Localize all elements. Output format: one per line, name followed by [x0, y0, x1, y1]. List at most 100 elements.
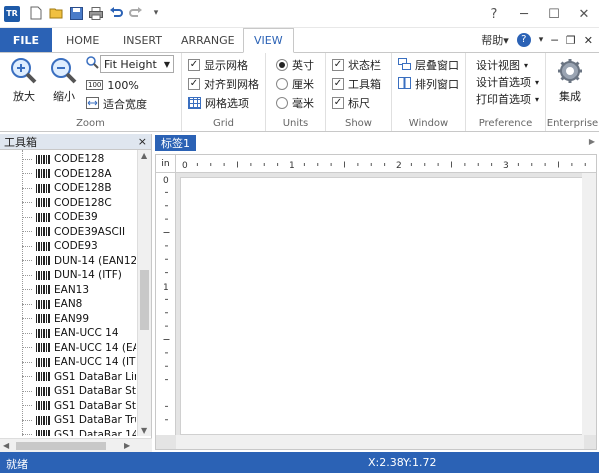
toolbox-item[interactable]: GS1 DataBar Tru	[22, 413, 136, 428]
toolbox-item[interactable]: CODE128C	[22, 196, 112, 211]
close-icon[interactable]: ×	[138, 135, 147, 148]
toolbox-item[interactable]: EAN8	[22, 297, 82, 312]
zoom-level-value: Fit Height	[104, 57, 157, 71]
group-preference: 设计视图 ▾ 设计首选项 ▾ 打印首选项 ▾ Preference	[466, 53, 546, 131]
toolbox-vertical-scrollbar[interactable]: ▲ ▼	[137, 150, 151, 436]
toolbox-item[interactable]: GS1 DataBar Sta	[22, 384, 136, 399]
fit-width-button[interactable]: 适合宽度	[86, 96, 147, 112]
tree-connector	[22, 289, 32, 291]
tile-windows-button[interactable]: 排列窗口	[398, 76, 459, 92]
tab-file[interactable]: FILE	[0, 28, 52, 52]
doc-scroll-right-icon[interactable]: ▶	[589, 137, 595, 146]
toolbox-item[interactable]: EAN99	[22, 312, 89, 327]
toolbox-item[interactable]: GS1 DataBar Sta	[22, 399, 136, 414]
document-horizontal-scrollbar[interactable]	[176, 435, 584, 449]
toolbox-item[interactable]: EAN13	[22, 283, 89, 298]
cascade-windows-button[interactable]: 层叠窗口	[398, 57, 459, 73]
tab-home[interactable]: HOME	[66, 28, 99, 52]
scroll-up-icon[interactable]: ▲	[141, 151, 147, 160]
barcode-icon	[36, 401, 50, 411]
zoom-in-button[interactable]: 放大	[10, 57, 38, 104]
chevron-down-icon: ▾	[535, 77, 540, 87]
tree-connector	[22, 376, 32, 378]
show-grid-checkbox[interactable]: ✓ 显示网格	[188, 57, 248, 73]
scroll-thumb[interactable]	[16, 442, 106, 450]
toolbox-item[interactable]: DUN-14 (ITF)	[22, 268, 122, 283]
toolbox-item-label: CODE128C	[54, 196, 112, 209]
close-icon[interactable]: ✕	[569, 0, 599, 28]
zoom-100-button[interactable]: 100 100%	[86, 77, 139, 93]
show-grid-label: 显示网格	[204, 59, 248, 72]
help-menu[interactable]: 帮助▾	[481, 32, 509, 48]
toolbox-item[interactable]: GS1 DataBar Lim	[22, 370, 136, 385]
maximize-icon[interactable]: ☐	[539, 0, 569, 28]
toolbox-item[interactable]: DUN-14 (EAN128	[22, 254, 136, 269]
tab-view[interactable]: VIEW	[243, 28, 294, 53]
redo-icon[interactable]	[128, 5, 144, 21]
grid-options-button[interactable]: 网格选项	[188, 95, 249, 111]
save-icon[interactable]	[68, 5, 84, 21]
toolbox-item[interactable]: CODE39ASCII	[22, 225, 125, 240]
checkbox-checked-icon: ✓	[188, 59, 200, 71]
toolbox-item[interactable]: CODE128B	[22, 181, 112, 196]
snap-grid-checkbox[interactable]: ✓ 对齐到网格	[188, 76, 259, 92]
document-vertical-scrollbar[interactable]	[582, 173, 596, 435]
zoom-out-button[interactable]: 缩小	[50, 57, 78, 104]
help-circle-icon[interactable]: ?	[516, 33, 531, 47]
document-tab[interactable]: 标签1	[155, 135, 196, 151]
unit-cm-radio[interactable]: 厘米	[276, 76, 314, 92]
customize-icon[interactable]: ▾	[148, 5, 164, 21]
integrate-button[interactable]: 集成	[556, 57, 584, 104]
design-preferences-menu[interactable]: 设计首选项 ▾	[476, 74, 539, 90]
tab-insert[interactable]: INSERT	[123, 28, 162, 52]
barcode-icon	[36, 270, 50, 280]
toolbox-item[interactable]: CODE128	[22, 152, 104, 167]
toolbox-item[interactable]: EAN-UCC 14 (ITF	[22, 355, 136, 370]
label-page[interactable]	[180, 177, 584, 435]
design-view-menu[interactable]: 设计视图 ▾	[476, 57, 528, 73]
cascade-label: 层叠窗口	[415, 59, 459, 72]
zoom-group-label: Zoom	[76, 118, 105, 129]
scroll-right-icon[interactable]: ▶	[124, 441, 130, 450]
scroll-left-icon[interactable]: ◀	[3, 441, 9, 450]
toolbox-item[interactable]: EAN-UCC 14 (EA	[22, 341, 136, 356]
design-pref-label: 设计首选项	[476, 76, 531, 89]
radio-empty-icon	[276, 97, 288, 109]
tab-arrange[interactable]: ARRANGE	[181, 28, 235, 52]
zoom-level-select[interactable]: Fit Height ▼	[100, 55, 174, 73]
toolbox-item[interactable]: CODE128A	[22, 167, 112, 182]
toolbox-horizontal-scrollbar[interactable]: ◀ ▶	[0, 438, 152, 452]
ruler-label: 1	[289, 161, 295, 171]
help-question-icon[interactable]: ?	[479, 0, 509, 28]
scroll-thumb[interactable]	[140, 270, 149, 330]
checkbox-checked-icon: ✓	[332, 97, 344, 109]
ruler-checkbox[interactable]: ✓ 标尺	[332, 95, 370, 111]
toolbox-item-label: CODE128A	[54, 167, 112, 180]
grid-group-label: Grid	[213, 118, 234, 129]
toolbox-checkbox[interactable]: ✓ 工具箱	[332, 76, 381, 92]
integrate-label: 集成	[559, 90, 581, 103]
minimize-icon[interactable]: ─	[509, 0, 539, 28]
print-icon[interactable]	[88, 5, 104, 21]
print-preferences-menu[interactable]: 打印首选项 ▾	[476, 91, 539, 107]
new-icon[interactable]	[28, 5, 44, 21]
doc-restore-icon[interactable]: ❐	[566, 34, 576, 47]
toolbox-item[interactable]: EAN-UCC 14	[22, 326, 119, 341]
toolbox-item[interactable]: CODE93	[22, 239, 98, 254]
toolbox-panel: 工具箱 × CODE128 CODE128A CODE128B CODE128C COD…	[0, 134, 152, 452]
doc-close-icon[interactable]: ✕	[584, 34, 593, 47]
toolbox-label: 工具箱	[348, 78, 381, 91]
scroll-down-icon[interactable]: ▼	[141, 426, 147, 435]
open-icon[interactable]	[48, 5, 64, 21]
toolbox-item[interactable]: GS1 DataBar 14	[22, 428, 136, 436]
unit-inch-radio[interactable]: 英寸	[276, 57, 314, 73]
doc-minimize-icon[interactable]: ─	[551, 34, 558, 47]
tree-connector	[22, 216, 32, 218]
toolbox-item-label: DUN-14 (ITF)	[54, 269, 122, 282]
undo-icon[interactable]	[108, 5, 124, 21]
statusbar-checkbox[interactable]: ✓ 状态栏	[332, 57, 381, 73]
unit-mm-radio[interactable]: 毫米	[276, 95, 314, 111]
ribbon-collapse-icon[interactable]: ▾	[539, 35, 544, 45]
toolbox-item-label: CODE39ASCII	[54, 225, 126, 238]
toolbox-item[interactable]: CODE39	[22, 210, 98, 225]
